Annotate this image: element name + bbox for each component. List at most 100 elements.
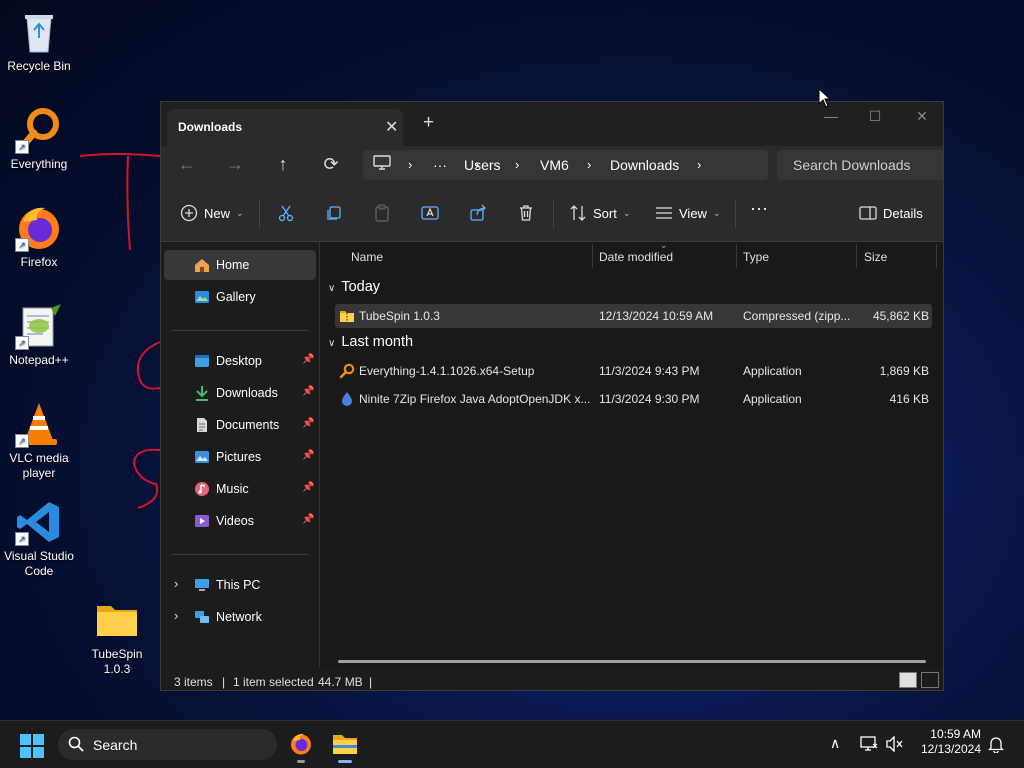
navigation-pane: Home Gallery Desktop 📌 Downloads 📌 Docum… [161,242,319,667]
sidebar-item-documents[interactable]: Documents 📌 [164,410,316,440]
search-input[interactable] [791,156,943,174]
group-header-today[interactable]: ∨ Today [328,279,380,295]
details-button[interactable]: Details [859,204,923,222]
desktop-icon-tubespin-folder[interactable]: TubeSpin 1.0.3 [79,596,155,677]
tab-downloads[interactable]: Downloads ✕ [167,109,403,146]
sidebar-item-home[interactable]: Home [164,250,316,280]
pin-icon[interactable]: 📌 [302,354,314,365]
column-divider[interactable] [936,244,937,268]
sidebar-item-music[interactable]: Music 📌 [164,474,316,504]
chevron-right-icon[interactable]: › [408,157,412,172]
close-window-icon[interactable]: ✕ [912,108,932,125]
copy-button[interactable] [325,204,343,222]
horizontal-scrollbar[interactable] [338,660,926,663]
up-arrow-icon[interactable]: ↑ [270,153,296,175]
file-list-pane[interactable]: Name Date modified ⌄ Type Size ∨ Today Tu… [320,240,943,667]
pin-icon[interactable]: 📌 [302,386,314,397]
forward-arrow-icon[interactable]: → [222,153,248,175]
column-header-size[interactable]: Size [864,250,887,264]
desktop-icon-notepadpp[interactable]: ↗ Notepad++ [1,302,77,368]
rename-button[interactable] [421,204,439,222]
chevron-right-icon[interactable]: › [174,576,178,591]
column-header-name[interactable]: Name [351,250,383,264]
breadcrumb-downloads[interactable]: Downloads [610,157,679,173]
paste-button[interactable] [373,204,391,222]
view-button[interactable]: View ⌄ [655,204,721,222]
more-locations-icon[interactable]: ··· [433,157,447,173]
windows-logo-icon [20,734,44,758]
more-options-button[interactable]: ··· [750,198,768,219]
sidebar-item-downloads[interactable]: Downloads 📌 [164,378,316,408]
sidebar-item-label: Gallery [216,290,256,304]
pin-icon[interactable]: 📌 [302,514,314,525]
shortcut-arrow-icon: ↗ [15,434,29,448]
sidebar-item-this-pc[interactable]: › This PC [164,570,316,600]
new-button[interactable]: New ⌄ [180,204,244,222]
sort-button[interactable]: Sort ⌄ [569,204,630,222]
recycle-bin-icon [15,8,63,56]
firefox-icon: ↗ [15,204,63,252]
pin-icon[interactable]: 📌 [302,450,314,461]
sidebar-item-network[interactable]: › Network [164,602,316,632]
share-button[interactable] [469,204,487,222]
taskbar-firefox[interactable] [284,727,318,763]
desktop-icon-recycle-bin[interactable]: Recycle Bin [1,8,77,74]
column-header-type[interactable]: Type [743,250,769,264]
file-row[interactable]: Ninite 7Zip Firefox Java AdoptOpenJDK x.… [335,387,932,411]
tiles-view-toggle[interactable] [921,672,939,688]
details-view-toggle[interactable] [899,672,917,688]
this-pc-monitor-icon[interactable] [373,155,391,174]
cut-button[interactable] [277,204,295,222]
network-status-icon[interactable] [860,736,878,757]
sort-icon [569,204,587,222]
sidebar-item-gallery[interactable]: Gallery [164,282,316,312]
delete-button[interactable] [517,204,535,222]
refresh-icon[interactable]: ⟳ [318,153,344,175]
start-button[interactable] [20,734,44,758]
sidebar-item-pictures[interactable]: Pictures 📌 [164,442,316,472]
column-divider[interactable] [856,244,857,268]
column-header-date-modified[interactable]: Date modified [599,250,673,264]
status-selection: 1 item selected [233,675,314,689]
system-clock[interactable]: 10:59 AM 12/13/2024 [905,727,981,757]
volume-muted-icon[interactable] [886,735,904,757]
maximize-icon[interactable]: ☐ [865,108,885,125]
file-row[interactable]: Everything-1.4.1.1026.x64-Setup 11/3/202… [335,359,932,383]
desktop-icon-vlc[interactable]: ↗ VLC media player [1,400,77,481]
title-bar[interactable]: Downloads ✕ + — ☐ ✕ [161,102,943,146]
taskbar-search[interactable]: Search [58,729,277,760]
breadcrumb-users[interactable]: Users [464,157,501,173]
breadcrumb-vm6[interactable]: VM6 [540,157,569,173]
status-bar: 3 items | 1 item selected 44.7 MB | [161,667,943,690]
chevron-up-icon[interactable]: ∧ [830,735,840,752]
notification-bell-icon[interactable] [987,736,1005,758]
desktop-icon-everything[interactable]: ↗ Everything [1,106,77,172]
chevron-right-icon[interactable]: › [515,157,519,172]
search-box[interactable] [777,150,943,180]
more-options-icon: ··· [750,198,768,218]
chevron-right-icon[interactable]: › [697,157,701,172]
chevron-right-icon[interactable]: › [174,608,178,623]
minimize-icon[interactable]: — [821,108,841,124]
desktop-icon-vscode[interactable]: ↗ Visual Studio Code [1,498,77,579]
document-icon [194,417,210,433]
chevron-right-icon[interactable]: › [587,157,591,172]
group-header-last-month[interactable]: ∨ Last month [328,334,413,350]
column-divider[interactable] [592,244,593,268]
scissors-icon [277,204,295,222]
desktop-icon-firefox[interactable]: ↗ Firefox [1,204,77,270]
breadcrumb[interactable]: › ··· › Users › VM6 › Downloads › [363,150,768,180]
file-type: Application [743,364,802,378]
taskbar-file-explorer[interactable] [328,727,362,763]
file-row[interactable]: TubeSpin 1.0.3 12/13/2024 10:59 AM Compr… [335,304,932,328]
column-divider[interactable] [736,244,737,268]
pin-icon[interactable]: 📌 [302,418,314,429]
sidebar-item-videos[interactable]: Videos 📌 [164,506,316,536]
sidebar-item-desktop[interactable]: Desktop 📌 [164,346,316,376]
status-selection-size: 44.7 MB [318,675,363,689]
file-explorer-window[interactable]: Downloads ✕ + — ☐ ✕ ← → ↑ ⟳ › ··· › User… [160,101,944,691]
back-arrow-icon[interactable]: ← [174,153,200,175]
new-tab-icon[interactable]: + [423,113,434,132]
pin-icon[interactable]: 📌 [302,482,314,493]
close-tab-icon[interactable]: ✕ [385,117,398,137]
